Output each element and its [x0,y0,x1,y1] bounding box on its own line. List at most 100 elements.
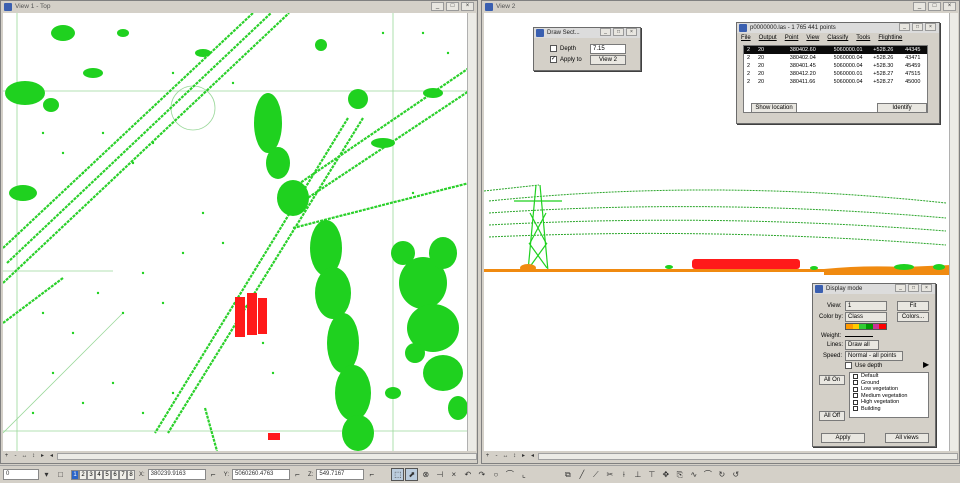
table-row[interactable]: 2 20 380402.60 5060000.01 +528.26 44345 [744,46,927,54]
pan-icon[interactable]: ↔ [502,453,509,460]
view-2-hscroll[interactable] [538,452,958,460]
close-button[interactable]: × [925,23,936,31]
level-select[interactable]: 0 [3,469,39,480]
close-button[interactable]: × [626,28,637,36]
view-2-title-bar[interactable]: View 2 _ □ × [482,1,959,13]
rotate-view-icon[interactable]: ↻ [715,468,728,481]
fit-button[interactable]: Fit [897,301,929,311]
class-checkbox[interactable] [853,380,858,386]
apply-button[interactable]: Apply [821,433,865,443]
snap-tool-icon[interactable]: ⊣ [433,468,446,481]
apply-to-view-button[interactable]: View 2 [590,55,626,65]
minimize-button[interactable]: _ [600,28,611,36]
view-number-button[interactable]: 5 [103,469,111,480]
view-number-button[interactable]: 1 [71,469,79,480]
view-number-button[interactable]: 6 [111,469,119,480]
arc-icon[interactable]: ⌒ [701,468,714,481]
speed-select[interactable]: Normal - all points [845,351,903,361]
all-off-button[interactable]: All Off [819,411,845,421]
draw-section-dialog[interactable]: Draw Sect... _ □ × Depth 7.15 ✓ Apply to… [533,27,641,71]
view-1-title-bar[interactable]: View 1 - Top _ □ × [1,1,477,13]
view-select[interactable]: 1 [845,301,887,311]
all-on-button[interactable]: All On [819,375,845,385]
draw-line-icon[interactable]: ╱ [575,468,588,481]
close-button[interactable]: × [943,2,956,11]
minimize-button[interactable]: _ [895,284,906,292]
points-dialog[interactable]: p0000000.las - 1 765 441 points _ □ × Fi… [736,22,940,124]
next-view-icon[interactable]: ▸ [39,453,46,460]
menu-tools[interactable]: Tools [856,34,870,42]
corner-tool-icon[interactable]: ⌞ [517,468,530,481]
move-icon[interactable]: ✥ [659,468,672,481]
color-by-select[interactable]: Class [845,312,887,322]
minimize-button[interactable]: _ [899,23,910,31]
view-number-button[interactable]: 3 [87,469,95,480]
maximize-button[interactable]: □ [613,28,624,36]
menu-file[interactable]: File [741,34,751,42]
colors-button[interactable]: Colors... [897,312,929,322]
select-tool-icon[interactable]: ⬚ [391,468,405,481]
zoom-in-icon[interactable]: + [484,453,491,460]
maximize-button[interactable]: □ [446,2,459,11]
classify-above-icon[interactable]: ⊤ [645,468,658,481]
fence-tool-icon[interactable]: ⬈ [405,468,419,481]
classify-line-icon[interactable]: ⊥ [631,468,644,481]
table-row[interactable]: 2 20 380401.45 5060000.04 +528.30 45459 [744,62,927,70]
view-1-window[interactable]: View 1 - Top _ □ × + - ↔ ↕ ▸ ◂ [0,0,478,464]
cut-icon[interactable]: ✂ [603,468,616,481]
maximize-button[interactable]: □ [908,284,919,292]
y-coordinate-field[interactable]: 5060260.4763 [232,469,291,480]
view-1-scrollbar[interactable] [467,13,476,451]
undo-tool-icon[interactable]: ↶ [461,468,474,481]
minimize-button[interactable]: _ [913,2,926,11]
depth-checkbox[interactable] [550,45,557,52]
zoom-out-icon[interactable]: - [12,453,19,460]
menu-output[interactable]: Output [759,34,777,42]
class-checkbox[interactable] [853,406,858,412]
class-checkbox[interactable] [853,399,858,405]
reverse-icon[interactable]: ↺ [729,468,742,481]
z-coordinate-field[interactable]: 549.7167 [316,469,365,480]
menu-flightline[interactable]: Flightline [878,34,902,42]
depth-input[interactable]: 7.15 [590,44,626,54]
apply-to-checkbox[interactable]: ✓ [550,56,557,63]
close-button[interactable]: × [921,284,932,292]
level-lock-icon[interactable]: □ [54,468,67,481]
menu-classify[interactable]: Classify [827,34,848,42]
fit-view-icon[interactable]: ⧉ [561,468,574,481]
draw-section-title-bar[interactable]: Draw Sect... _ □ × [534,28,640,38]
view-number-button[interactable]: 2 [79,469,87,480]
display-mode-dialog[interactable]: Display mode _ □ × View: 1 Fit Color by:… [812,283,936,447]
maximize-button[interactable]: □ [928,2,941,11]
brush-icon[interactable]: ∿ [687,468,700,481]
identify-button[interactable]: Identify [877,103,927,113]
previous-view-icon[interactable]: ◂ [48,453,55,460]
all-views-button[interactable]: All views [885,433,929,443]
z-lock-icon[interactable]: ⌐ [365,468,378,481]
table-row[interactable]: 2 20 380411.66 5060000.04 +528.27 45000 [744,78,927,86]
menu-point[interactable]: Point [785,34,799,42]
next-view-icon[interactable]: ▸ [520,453,527,460]
list-item[interactable]: Building [850,406,928,413]
rotate-icon[interactable]: ↕ [30,453,37,460]
cross-tool-icon[interactable]: × [447,468,460,481]
lines-select[interactable]: Draw all [845,340,879,350]
points-dialog-title-bar[interactable]: p0000000.las - 1 765 441 points _ □ × [737,23,939,33]
use-depth-checkbox[interactable] [845,362,852,369]
display-mode-title-bar[interactable]: Display mode _ □ × [813,284,935,294]
maximize-button[interactable]: □ [912,23,923,31]
top-view-canvas[interactable] [3,13,469,451]
minimize-button[interactable]: _ [431,2,444,11]
x-lock-icon[interactable]: ⌐ [207,468,220,481]
circle-tool-icon[interactable]: ○ [489,468,502,481]
class-checkbox[interactable] [853,386,858,392]
redo-tool-icon[interactable]: ↷ [475,468,488,481]
menu-view[interactable]: View [806,34,819,42]
measure-tool-icon[interactable]: ⊗ [419,468,432,481]
x-coordinate-field[interactable]: 380239.9163 [147,469,206,480]
y-lock-icon[interactable]: ⌐ [291,468,304,481]
view-1-hscroll[interactable] [57,452,477,460]
zoom-out-icon[interactable]: - [493,453,500,460]
lasso-tool-icon[interactable]: ⌒ [503,468,516,481]
scale-icon[interactable]: ⟊ [617,468,630,481]
